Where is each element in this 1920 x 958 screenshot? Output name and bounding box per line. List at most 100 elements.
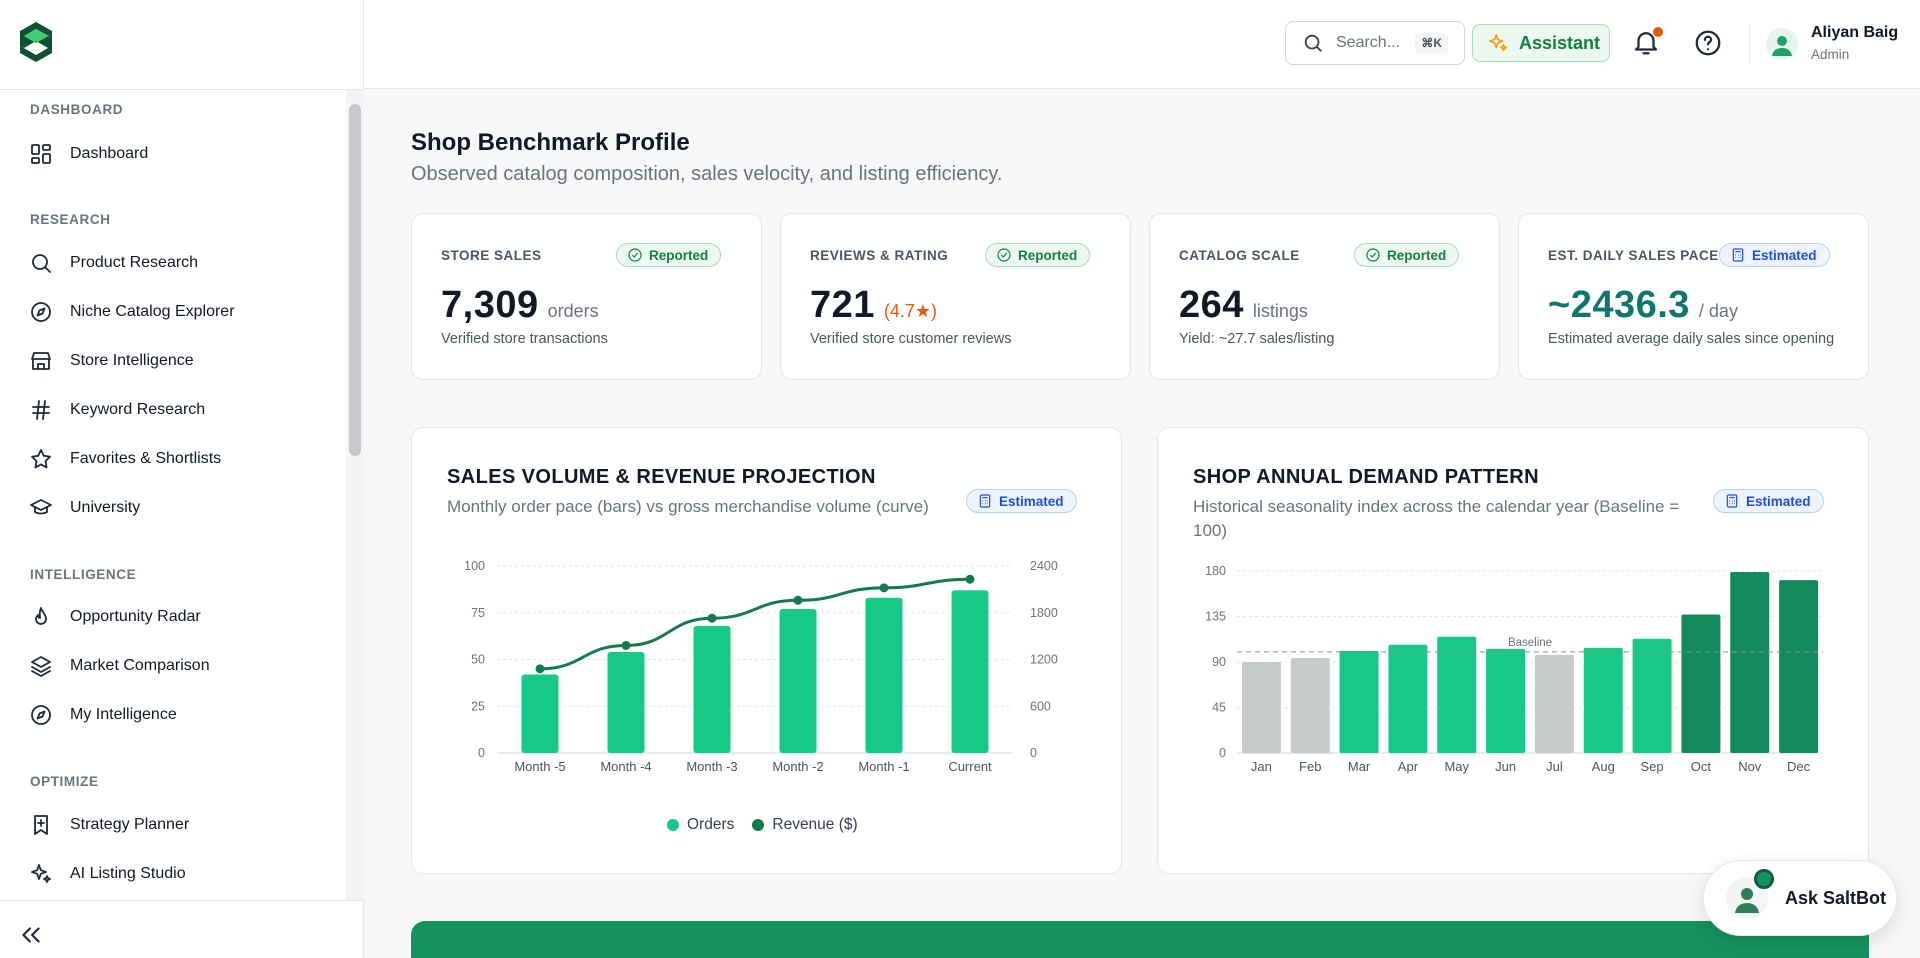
sidebar-item-store-intelligence[interactable]: Store Intelligence — [29, 346, 194, 376]
sidebar-item-strategy-planner[interactable]: Strategy Planner — [29, 810, 189, 840]
help-icon — [1695, 30, 1721, 56]
legend-swatch — [752, 819, 765, 831]
stat-card-store-sales: STORE SALES Reported 7,309 orders Verifi… — [411, 213, 762, 380]
sidebar-item-keyword-research[interactable]: Keyword Research — [29, 395, 205, 425]
sidebar-item-label: University — [70, 499, 141, 516]
badge-label: Estimated — [999, 493, 1064, 509]
user-role: Admin — [1811, 47, 1850, 62]
stat-description: Yield: ~27.7 sales/listing — [1179, 331, 1335, 347]
sidebar-item-niche-catalog-explorer[interactable]: Niche Catalog Explorer — [29, 297, 235, 327]
calculator-icon — [1732, 248, 1744, 262]
sidebar-item-label: Dashboard — [70, 145, 149, 162]
stat-value: ~2436.3 / day — [1548, 284, 1738, 327]
stat-label: EST. DAILY SALES PACE — [1548, 248, 1719, 263]
chart-subtitle: Historical seasonality index across the … — [1193, 497, 1680, 540]
sidebar-item-label: Opportunity Radar — [70, 608, 201, 625]
sidebar-item-my-intelligence[interactable]: My Intelligence — [29, 700, 177, 730]
online-indicator — [1754, 869, 1774, 889]
search-input[interactable] — [1336, 34, 1410, 52]
stat-label: CATALOG SCALE — [1179, 248, 1300, 263]
sidebar-item-label: Keyword Research — [70, 401, 206, 418]
bot-avatar — [1726, 869, 1774, 919]
sidebar-item-label: Product Research — [70, 254, 199, 271]
stat-unit: listings — [1252, 301, 1308, 321]
avatar[interactable] — [1766, 28, 1798, 60]
stat-number: 7,309 — [441, 284, 539, 326]
sidebar-scrollbar[interactable] — [349, 104, 361, 456]
status-badge: Estimated — [1719, 243, 1830, 267]
annual-demand-chart-card: SHOP ANNUAL DEMAND PATTERN Historical se… — [1157, 427, 1869, 874]
search-shortcut-badge: ⌘K — [1415, 33, 1448, 53]
stat-card-reviews-rating: REVIEWS & RATING Reported 721 (4.7★) Ver… — [780, 213, 1131, 380]
badge-label: Estimated — [1752, 247, 1817, 263]
assistant-button[interactable]: Assistant — [1472, 24, 1610, 62]
sidebar-item-opportunity-radar[interactable]: Opportunity Radar — [29, 602, 201, 632]
legend-swatch — [667, 819, 679, 831]
sidebar-item-university[interactable]: University — [29, 493, 140, 523]
notification-dot — [1653, 27, 1663, 37]
stat-description: Estimated average daily sales since open… — [1548, 331, 1835, 347]
sidebar-item-ai-listing-studio[interactable]: AI Listing Studio — [29, 859, 186, 889]
user-name[interactable]: Aliyan Baig — [1811, 24, 1898, 42]
legend-item-orders[interactable]: Orders — [667, 816, 734, 834]
section-label-research: RESEARCH — [30, 212, 111, 227]
stat-card-daily-sales-pace: EST. DAILY SALES PACE Estimated ~2436.3 … — [1518, 213, 1869, 380]
sparkles-icon — [31, 864, 51, 883]
sidebar-item-label: My Intelligence — [70, 706, 177, 723]
legend-item-revenue[interactable]: Revenue ($) — [752, 816, 858, 834]
status-badge: Estimated — [1713, 489, 1824, 513]
graduation-cap-icon — [30, 499, 52, 515]
help-button[interactable] — [1693, 28, 1725, 60]
check-circle-icon — [997, 248, 1011, 262]
badge-label: Reported — [1018, 247, 1078, 263]
page-subtitle: Observed catalog composition, sales velo… — [411, 163, 1003, 185]
ask-saltbot-button[interactable]: Ask SaltBot — [1703, 860, 1897, 936]
sales-revenue-chart-card: SALES VOLUME & REVENUE PROJECTION Monthl… — [411, 427, 1122, 874]
dashboard-icon — [31, 144, 51, 164]
stat-unit: / day — [1698, 301, 1738, 321]
stat-card-catalog-scale: CATALOG SCALE Reported 264 listings Yiel… — [1149, 213, 1500, 380]
status-badge: Reported — [616, 243, 722, 267]
chart-title: SALES VOLUME & REVENUE PROJECTION — [447, 466, 876, 488]
status-badge: Reported — [985, 243, 1091, 267]
bottom-banner — [411, 921, 1869, 958]
sidebar-item-product-research[interactable]: Product Research — [29, 248, 198, 278]
stat-number: 721 — [810, 284, 875, 326]
calculator-icon — [979, 494, 991, 508]
search-box[interactable]: ⌘K — [1285, 21, 1465, 65]
assistant-button-label: Assistant — [1519, 32, 1601, 53]
hash-icon — [32, 400, 50, 420]
stat-value: 7,309 orders — [441, 284, 599, 327]
notifications-button[interactable] — [1631, 27, 1663, 59]
sidebar-item-label: Strategy Planner — [70, 816, 190, 833]
sidebar-item-label: Market Comparison — [70, 657, 210, 674]
star-icon — [31, 449, 51, 469]
chart-subtitle: Monthly order pace (bars) vs gross merch… — [447, 497, 929, 516]
legend-label: Revenue ($) — [772, 816, 858, 833]
sidebar-item-market-comparison[interactable]: Market Comparison — [29, 651, 210, 681]
stat-unit: orders — [547, 301, 599, 321]
collapse-sidebar-icon[interactable] — [18, 922, 44, 948]
search-icon — [1304, 34, 1322, 52]
sidebar: DASHBOARD Dashboard RESEARCH Product Res… — [0, 0, 364, 958]
search-icon — [32, 254, 51, 273]
store-icon — [31, 352, 51, 370]
sidebar-item-favorites[interactable]: Favorites & Shortlists — [29, 444, 221, 474]
sparkles-icon — [1488, 33, 1508, 52]
stat-description: Verified store customer reviews — [810, 331, 1012, 347]
logo-icon[interactable] — [17, 20, 55, 64]
sidebar-item-label: Favorites & Shortlists — [70, 450, 222, 467]
sidebar-item-label: AI Listing Studio — [70, 865, 186, 882]
chart-title: SHOP ANNUAL DEMAND PATTERN — [1193, 466, 1539, 488]
sidebar-item-dashboard[interactable]: Dashboard — [29, 139, 148, 169]
stat-value: 264 listings — [1179, 284, 1308, 327]
legend-label: Orders — [687, 816, 735, 833]
badge-label: Estimated — [1746, 493, 1811, 509]
sidebar-item-label: Store Intelligence — [70, 352, 194, 369]
sidebar-item-label: Niche Catalog Explorer — [70, 303, 235, 320]
bookmark-plus-icon — [34, 815, 48, 835]
stat-number: 264 — [1179, 284, 1244, 326]
calculator-icon — [1726, 494, 1738, 508]
stat-value: 721 (4.7★) — [810, 284, 937, 327]
section-label-optimize: OPTIMIZE — [30, 774, 99, 789]
